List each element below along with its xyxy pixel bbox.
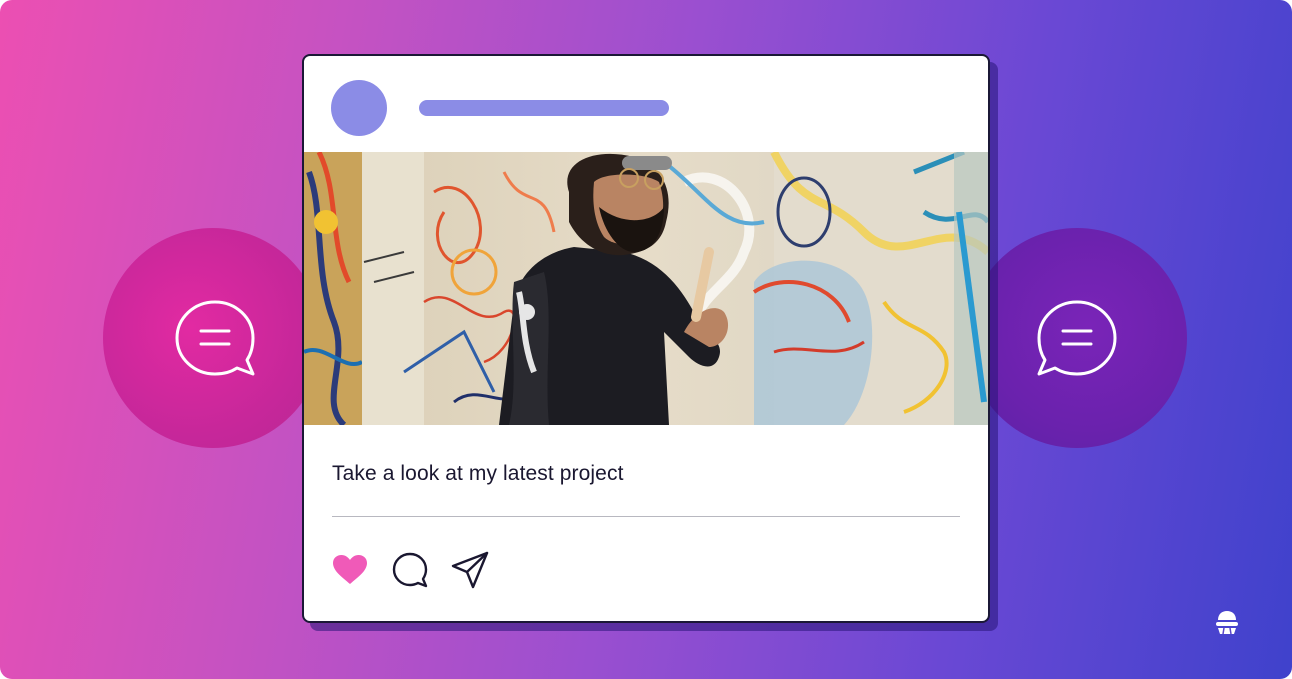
username-placeholder (419, 100, 669, 116)
like-button[interactable] (330, 550, 370, 590)
post-card: Take a look at my latest project (302, 54, 990, 623)
comment-button[interactable] (390, 550, 430, 590)
post-photo-artist-painting (304, 152, 988, 425)
divider (332, 516, 960, 517)
background-canvas: Take a look at my latest project (0, 0, 1292, 679)
left-chat-bubble (103, 228, 323, 448)
chat-bubble-icon (175, 300, 255, 376)
send-icon (451, 551, 489, 589)
share-button[interactable] (450, 550, 490, 590)
chat-bubble-icon (1037, 300, 1117, 376)
post-image[interactable] (304, 152, 988, 425)
post-caption: Take a look at my latest project (332, 462, 624, 485)
right-chat-bubble (967, 228, 1187, 448)
avatar[interactable] (331, 80, 387, 136)
brand-logo-icon (1216, 611, 1238, 635)
heart-icon (333, 555, 367, 584)
comment-icon (392, 552, 428, 588)
